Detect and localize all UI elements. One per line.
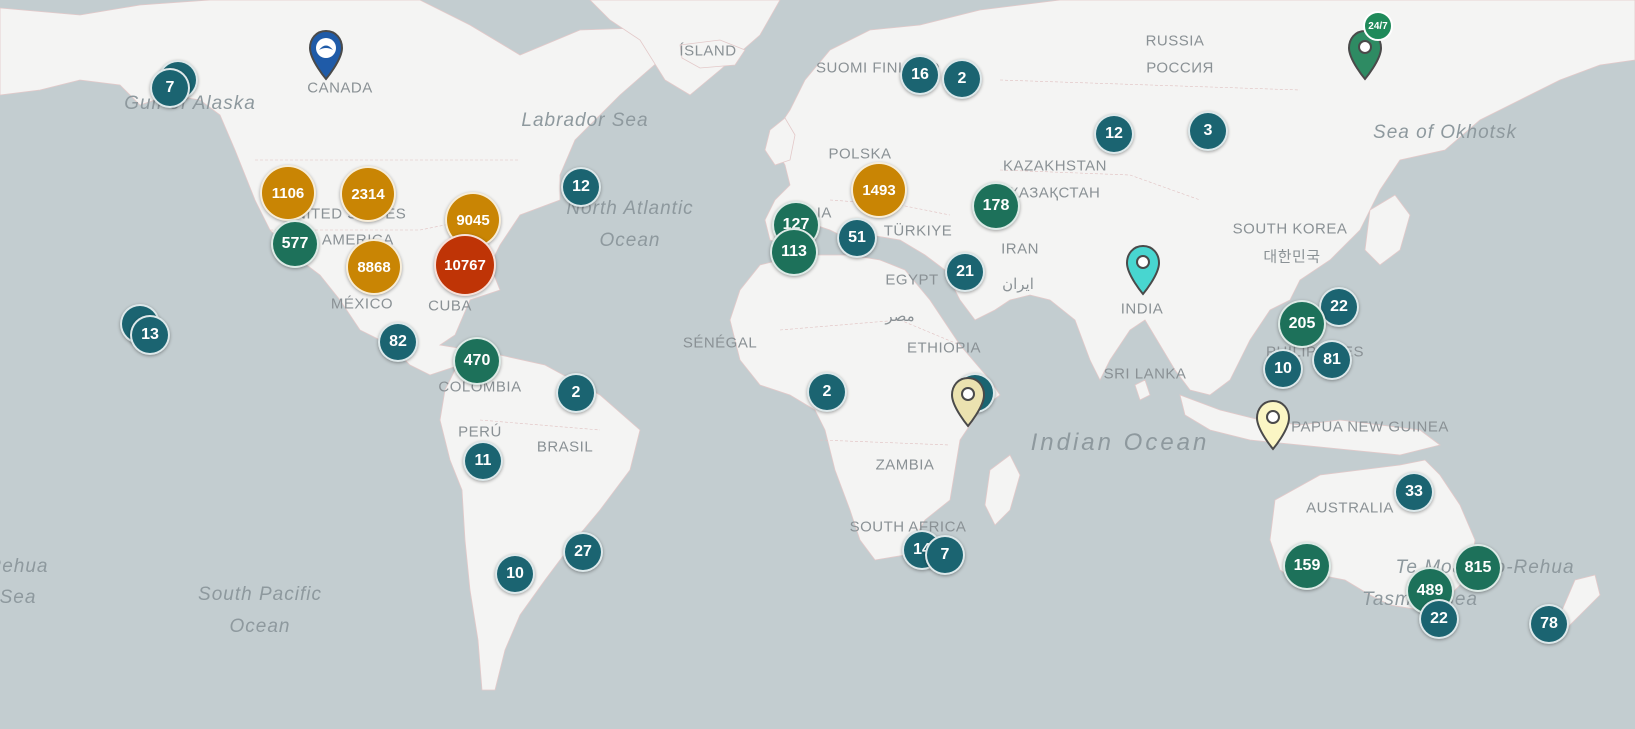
cluster-marker[interactable]: 33 [1394, 472, 1434, 512]
cluster-count: 10 [1274, 360, 1292, 377]
map-pin-icon [1125, 244, 1161, 296]
cluster-count: 1106 [271, 184, 305, 202]
cluster-count: 16 [911, 66, 929, 83]
cluster-marker[interactable]: 10767 [434, 234, 496, 296]
cluster-marker[interactable]: 577 [271, 220, 319, 268]
cluster-count: 21 [956, 263, 974, 280]
cluster-count: 51 [848, 229, 866, 246]
cluster-marker[interactable]: 10 [1263, 349, 1303, 389]
indonesia-pin[interactable] [1255, 399, 1291, 451]
cluster-marker[interactable]: 113 [770, 228, 818, 276]
cluster-marker[interactable]: 159 [1283, 542, 1331, 590]
cluster-count: 78 [1540, 615, 1558, 632]
cluster-marker[interactable]: 2 [942, 59, 982, 99]
cluster-count: 10 [506, 565, 524, 582]
cluster-marker[interactable]: 815 [1454, 544, 1502, 592]
cluster-count: 113 [781, 243, 807, 260]
cluster-count: 2 [571, 384, 581, 401]
cluster-count: 33 [1405, 483, 1423, 500]
cluster-marker[interactable]: 11 [463, 441, 503, 481]
cluster-marker[interactable]: 16 [900, 55, 940, 95]
cluster-count: 22 [1430, 610, 1448, 627]
basemap [0, 0, 1635, 729]
cluster-marker[interactable]: 78 [1529, 604, 1569, 644]
cluster-count: 7 [165, 79, 175, 96]
map-pin-icon [950, 376, 986, 428]
cluster-marker[interactable]: 8868 [346, 239, 402, 295]
cluster-count: 7 [940, 546, 950, 563]
cluster-count: 11 [474, 452, 492, 469]
cluster-count: 3 [1203, 122, 1213, 139]
logo-pin-icon [308, 29, 344, 81]
cluster-count: 178 [982, 197, 1010, 214]
cluster-marker[interactable]: 13 [130, 315, 170, 355]
cluster-marker[interactable]: 22 [1419, 599, 1459, 639]
cluster-marker[interactable]: 470 [453, 337, 501, 385]
cluster-marker[interactable]: 12 [1094, 114, 1134, 154]
cluster-count: 8868 [357, 258, 391, 276]
cluster-marker[interactable]: 27 [563, 532, 603, 572]
cluster-count: 22 [1330, 298, 1348, 315]
cluster-marker[interactable]: 2 [556, 373, 596, 413]
cluster-marker[interactable]: 12 [561, 167, 601, 207]
cluster-count: 12 [1105, 125, 1123, 142]
cluster-marker[interactable]: 178 [972, 182, 1020, 230]
cluster-count: 2 [822, 383, 832, 400]
cluster-marker[interactable]: 1106 [260, 165, 316, 221]
cluster-count: 13 [141, 326, 159, 343]
cluster-marker[interactable]: 51 [837, 218, 877, 258]
cluster-count: 82 [389, 333, 407, 350]
cluster-marker[interactable]: 82 [378, 322, 418, 362]
world-map[interactable]: CANADA UNITED STATES OF AMERICA MÉXICO CUBA C… [0, 0, 1635, 729]
canada-logo-pin[interactable] [308, 29, 344, 81]
24-7-badge: 24/7 [1363, 11, 1393, 41]
map-pin-icon [1255, 399, 1291, 451]
russia-247-pin[interactable]: 24/7 [1347, 11, 1393, 81]
cluster-count: 489 [1416, 582, 1444, 599]
cluster-count: 470 [463, 352, 491, 369]
cluster-count: 12 [572, 178, 590, 195]
cluster-count: 27 [574, 543, 592, 560]
cluster-count: 159 [1293, 557, 1321, 574]
ethiopia-pin[interactable] [950, 376, 986, 428]
cluster-count: 815 [1464, 559, 1492, 576]
cluster-marker[interactable]: 7 [925, 535, 965, 575]
cluster-count: 1493 [862, 181, 896, 199]
cluster-count: 81 [1323, 351, 1341, 368]
cluster-marker[interactable]: 7 [150, 68, 190, 108]
cluster-count: 10767 [444, 256, 486, 274]
cluster-marker[interactable]: 205 [1278, 300, 1326, 348]
cluster-count: 205 [1288, 315, 1316, 332]
cluster-count: 9045 [456, 211, 490, 229]
cluster-marker[interactable]: 2 [807, 372, 847, 412]
india-pin[interactable] [1125, 244, 1161, 296]
cluster-marker[interactable]: 81 [1312, 340, 1352, 380]
cluster-marker[interactable]: 1493 [851, 162, 907, 218]
cluster-count: 2314 [351, 185, 385, 203]
cluster-marker[interactable]: 10 [495, 554, 535, 594]
cluster-marker[interactable]: 3 [1188, 111, 1228, 151]
cluster-count: 577 [281, 235, 309, 252]
cluster-count: 2 [957, 70, 967, 87]
cluster-marker[interactable]: 21 [945, 252, 985, 292]
cluster-marker[interactable]: 2314 [340, 166, 396, 222]
